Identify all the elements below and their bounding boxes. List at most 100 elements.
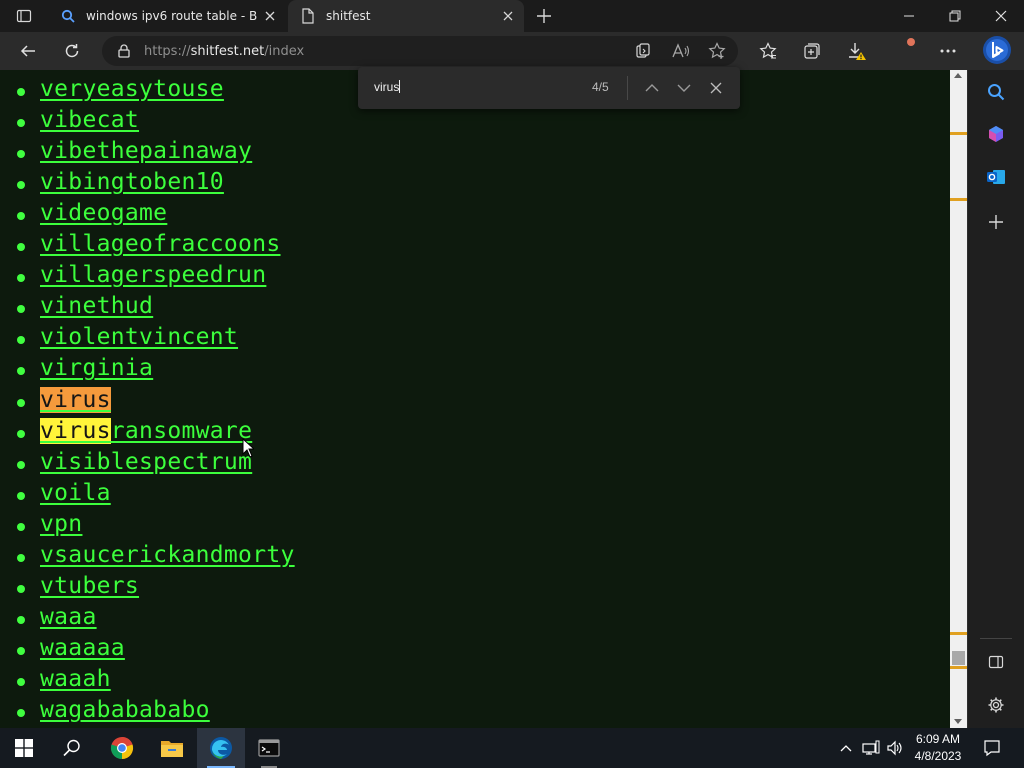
- vertical-scrollbar[interactable]: [950, 70, 967, 728]
- edge-icon: [210, 737, 232, 759]
- list-item-link[interactable]: waaa: [40, 604, 97, 630]
- search-icon: [988, 84, 1005, 101]
- new-tab-button[interactable]: [532, 4, 556, 28]
- list-item-link[interactable]: virusransomware: [40, 417, 252, 444]
- back-arrow-icon: [20, 45, 35, 57]
- network-icon: [862, 740, 880, 755]
- terminal-taskbar-button[interactable]: [245, 728, 293, 768]
- taskbar-clock[interactable]: 6:09 AM 4/8/2023: [906, 731, 970, 765]
- list-item-link[interactable]: waaah: [40, 666, 111, 692]
- list-item: vpn: [0, 511, 600, 542]
- tab-shitfest[interactable]: shitfest: [288, 0, 524, 32]
- list-item-link[interactable]: vinethud: [40, 293, 153, 319]
- list-item: waaaaa: [0, 635, 600, 666]
- refresh-button[interactable]: [56, 35, 88, 67]
- scroll-up-arrow-icon[interactable]: [954, 73, 962, 78]
- list-item: violentvincent: [0, 324, 600, 355]
- list-bullet: [17, 522, 25, 531]
- find-active-match: virus: [40, 386, 111, 413]
- scrollbar-thumb[interactable]: [952, 651, 965, 665]
- find-close-button[interactable]: [704, 76, 728, 100]
- edge-taskbar-button[interactable]: [197, 728, 245, 768]
- sidebar-settings-button[interactable]: [982, 691, 1010, 719]
- list-bullet: [17, 615, 25, 624]
- list-item: waaah: [0, 666, 600, 697]
- list-item-link[interactable]: vibethepainaway: [40, 138, 252, 164]
- list-item-link[interactable]: vtubers: [40, 573, 139, 599]
- tab-bing-search[interactable]: windows ipv6 route table - Bing: [48, 0, 286, 32]
- minimize-button[interactable]: [886, 0, 932, 32]
- scroll-down-arrow-icon[interactable]: [954, 719, 962, 724]
- close-icon: [710, 82, 722, 94]
- restore-button[interactable]: [932, 0, 978, 32]
- hide-sidebar-button[interactable]: [982, 648, 1010, 676]
- back-button[interactable]: [12, 35, 44, 67]
- add-favorite-icon[interactable]: [704, 39, 730, 63]
- notifications-button[interactable]: [982, 738, 1002, 758]
- read-aloud-icon[interactable]: [668, 39, 694, 63]
- volume-tray-button[interactable]: [885, 738, 905, 758]
- list-item-link[interactable]: wagababababo: [40, 697, 210, 723]
- list-item-link[interactable]: videogame: [40, 200, 167, 226]
- list-item: villagerspeedrun: [0, 262, 600, 293]
- list-bullet: [17, 119, 25, 128]
- settings-more-button[interactable]: [932, 35, 964, 67]
- list-item-link[interactable]: vsaucerickandmorty: [40, 542, 295, 568]
- sidebar-outlook-button[interactable]: [982, 163, 1010, 191]
- list-item-link[interactable]: waaaaa: [40, 635, 125, 661]
- find-previous-button[interactable]: [640, 76, 664, 100]
- collections-button[interactable]: [796, 35, 828, 67]
- find-next-button[interactable]: [672, 76, 696, 100]
- url-text[interactable]: https://shitfest.net/index: [144, 44, 304, 59]
- favorites-button[interactable]: [752, 35, 784, 67]
- address-bar[interactable]: https://shitfest.net/index: [102, 36, 738, 66]
- downloads-button[interactable]: [841, 35, 873, 67]
- folder-icon: [161, 741, 183, 757]
- list-item-link[interactable]: vibingtoben10: [40, 169, 224, 195]
- more-dots-icon: [940, 49, 956, 53]
- url-host: shitfest.net: [190, 43, 265, 59]
- start-button[interactable]: [0, 728, 48, 768]
- download-icon: [849, 43, 866, 60]
- app-available-icon[interactable]: [630, 39, 656, 63]
- tab-actions-button[interactable]: [8, 4, 40, 28]
- sidebar-copilot-button[interactable]: [982, 120, 1010, 148]
- sidebar-divider: [980, 638, 1012, 639]
- lock-icon[interactable]: [116, 43, 132, 59]
- list-item-link[interactable]: voila: [40, 480, 111, 506]
- list-item-link[interactable]: violentvincent: [40, 324, 238, 350]
- network-tray-button[interactable]: [861, 738, 881, 758]
- list-item-link[interactable]: vpn: [40, 511, 82, 537]
- file-explorer-taskbar-button[interactable]: [148, 728, 196, 768]
- favorites-star-icon: [759, 42, 777, 59]
- find-input[interactable]: virus: [374, 80, 401, 94]
- list-item-link[interactable]: veryeasytouse: [40, 76, 224, 102]
- list-item: vibingtoben10: [0, 169, 600, 200]
- find-bar: virus 4/5: [358, 67, 740, 109]
- close-window-button[interactable]: [978, 0, 1024, 32]
- list-item-link[interactable]: villageofraccoons: [40, 231, 281, 257]
- list-item: waaa: [0, 604, 600, 635]
- find-query-text: virus: [374, 80, 400, 94]
- url-path: /index: [264, 43, 305, 59]
- list-bullet: [17, 460, 25, 469]
- taskbar-search-button[interactable]: [48, 728, 96, 768]
- chevron-up-icon: [840, 745, 852, 752]
- bing-chat-button[interactable]: [980, 32, 1014, 68]
- list-item-link[interactable]: visiblespectrum: [40, 449, 252, 475]
- list-item: virus: [0, 386, 600, 418]
- show-hidden-icons-button[interactable]: [836, 738, 856, 758]
- clock-time: 6:09 AM: [915, 732, 961, 746]
- list-item-link[interactable]: villagerspeedrun: [40, 262, 266, 288]
- sidebar-add-button[interactable]: [982, 208, 1010, 236]
- close-tab-icon[interactable]: [258, 4, 282, 28]
- close-tab-icon[interactable]: [496, 4, 520, 28]
- chrome-taskbar-button[interactable]: [98, 728, 146, 768]
- list-item-link[interactable]: virginia: [40, 355, 153, 381]
- list-bullet: [17, 150, 25, 159]
- sidebar-search-button[interactable]: [982, 78, 1010, 106]
- chevron-down-icon: [677, 84, 691, 92]
- close-icon: [995, 10, 1007, 22]
- list-item-link[interactable]: vibecat: [40, 107, 139, 133]
- list-item-link[interactable]: virus: [40, 386, 111, 413]
